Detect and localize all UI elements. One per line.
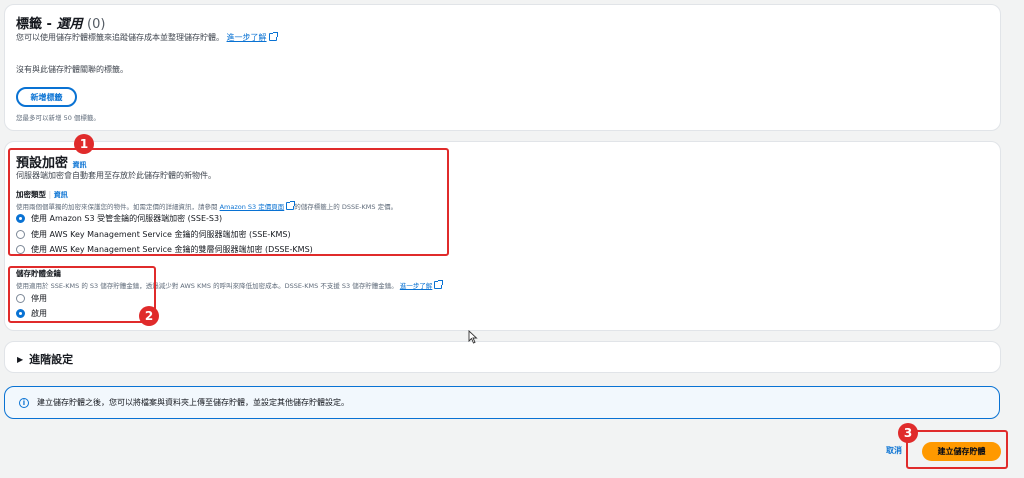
tags-panel: 標籤 - 選用 (0) 您可以使用儲存貯體標籤來追蹤儲存成本並整理儲存貯體。 進… [4, 4, 1001, 131]
tags-empty-text: 沒有與此儲存貯體關聯的標籤。 [16, 65, 128, 74]
highlight-box-3 [906, 430, 1008, 469]
external-link-icon [268, 32, 278, 41]
tags-limit-note: 您最多可以新增 50 個標籤。 [16, 114, 100, 122]
bucket-key-learn-more-link[interactable]: 進一步了解 [400, 280, 444, 290]
caret-right-icon: ▶ [17, 354, 24, 364]
step-badge-2: 2 [139, 306, 159, 326]
advanced-settings-toggle[interactable]: ▶ 進階設定 [17, 351, 73, 367]
highlight-box-1 [8, 148, 449, 256]
info-banner: i 建立儲存貯體之後，您可以將檔案與資料夾上傳至儲存貯體，並設定其他儲存貯體設定… [4, 386, 1000, 419]
advanced-settings-panel[interactable]: ▶ 進階設定 [4, 341, 1001, 373]
mouse-pointer-icon [468, 330, 478, 344]
tags-learn-more-link[interactable]: 進一步了解 [227, 32, 278, 42]
info-banner-text: 建立儲存貯體之後，您可以將檔案與資料夾上傳至儲存貯體，並設定其他儲存貯體設定。 [37, 398, 349, 407]
tags-description: 您可以使用儲存貯體標籤來追蹤儲存成本並整理儲存貯體。 進一步了解 [16, 32, 278, 43]
step-badge-1: 1 [74, 134, 94, 154]
step-badge-3: 3 [898, 423, 918, 443]
info-icon: i [19, 397, 29, 408]
add-tag-button[interactable]: 新增標籤 [16, 87, 77, 107]
highlight-box-2 [8, 266, 156, 323]
tags-title: 標籤 - 選用 (0) [16, 17, 106, 32]
cancel-button[interactable]: 取消 [886, 445, 902, 456]
external-link-icon [434, 280, 444, 289]
